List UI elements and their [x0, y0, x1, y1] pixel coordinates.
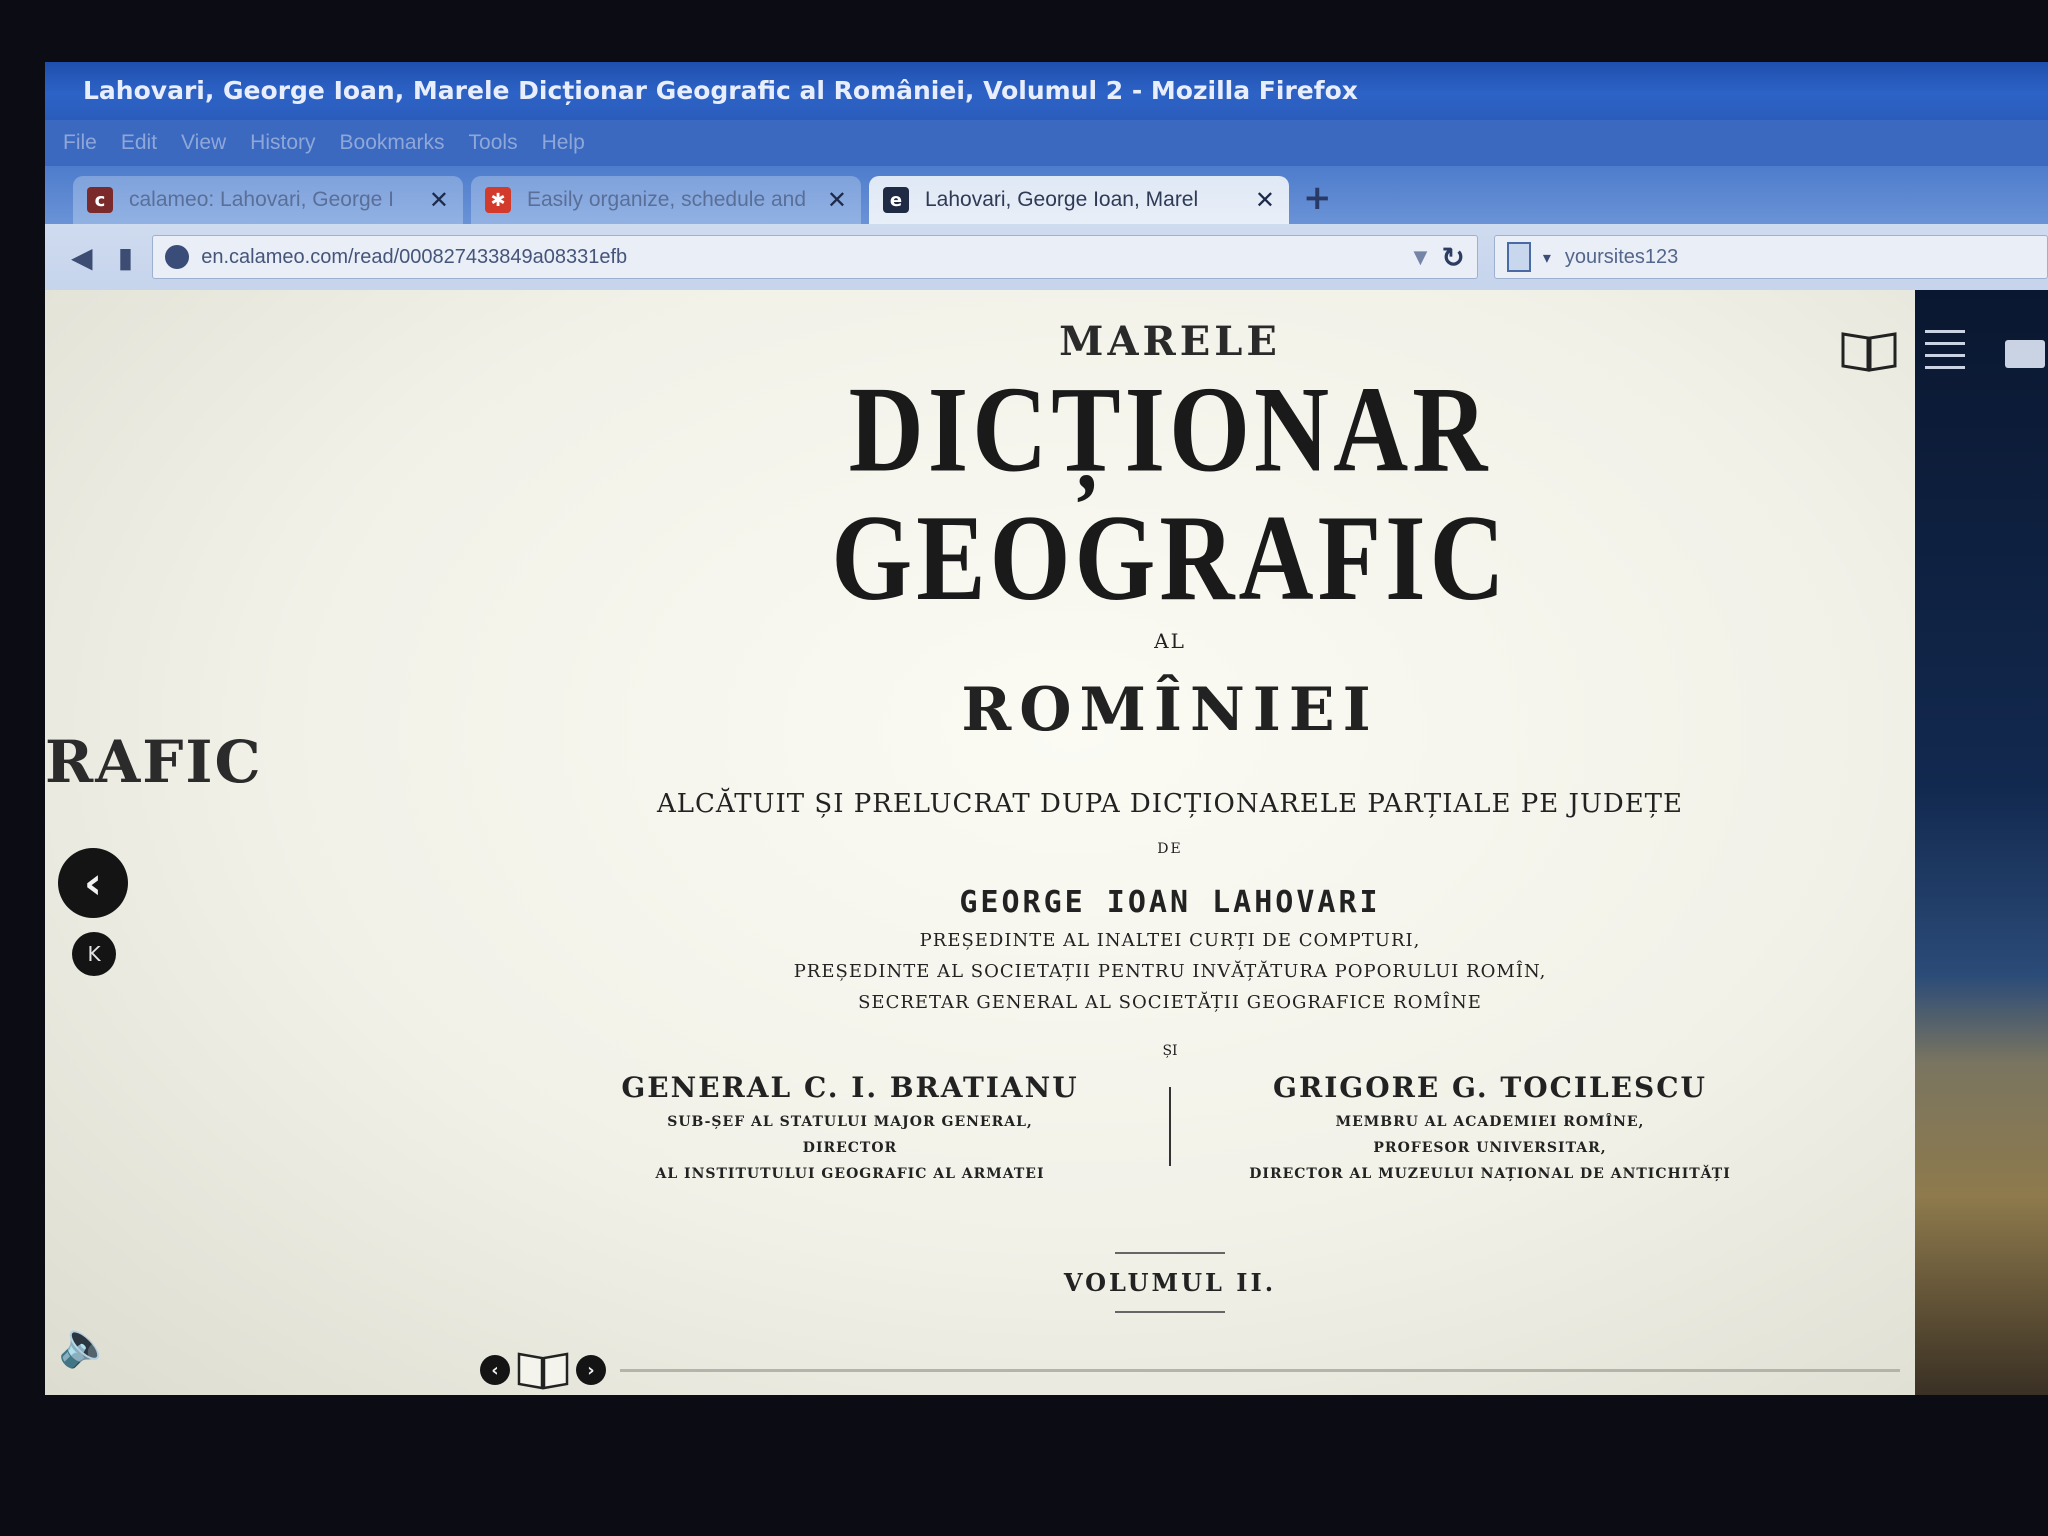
bookmarks-icon[interactable]: ▮	[109, 240, 143, 274]
author-role: PREȘEDINTE AL INALTEI CURȚI DE COMPTURI,	[919, 930, 1421, 952]
navigation-bar: ◀ ▮ en.calameo.com/read/000827433849a083…	[45, 224, 2048, 290]
volume-label: VOLUMUL II.	[1063, 1268, 1277, 1298]
menu-history[interactable]: History	[250, 131, 315, 155]
title-page: MARELE DICȚIONAR GEOGRAFIC AL ROMÎNIEI A…	[560, 300, 1780, 1314]
by-text: DE	[1157, 841, 1183, 858]
search-engine-icon[interactable]	[1506, 242, 1531, 272]
coauthor-role: DIRECTOR	[802, 1140, 898, 1157]
coauthor-role: SUB-ȘEF AL STATULUI MAJOR GENERAL,	[667, 1114, 1033, 1131]
sound-icon[interactable]: 🔈	[58, 1318, 113, 1370]
chevron-left-icon: ‹	[83, 857, 103, 909]
menu-file[interactable]: File	[63, 131, 97, 155]
menu-bookmarks[interactable]: Bookmarks	[340, 131, 445, 155]
menu-bar: File Edit View History Bookmarks Tools H…	[45, 120, 2048, 166]
tab-label: calameo: Lahovari, George I	[129, 188, 394, 211]
page-navigation-bar: ‹ ›	[480, 1340, 1900, 1400]
search-bar[interactable]: ▾ yoursites123	[1493, 235, 2048, 279]
coauthor-left: GENERAL C. I. BRATIANU SUB-ȘEF AL STATUL…	[560, 1071, 1140, 1182]
new-tab-icon[interactable]: +	[1303, 178, 1332, 218]
window-title: Lahovari, George Ioan, Marele Dicționar …	[83, 76, 1358, 105]
url-bar[interactable]: en.calameo.com/read/000827433849a08331ef…	[152, 235, 1478, 279]
coauthor-role: DIRECTOR AL MUZEULUI NAȚIONAL DE ANTICHI…	[1249, 1166, 1731, 1183]
folder-icon[interactable]	[2005, 340, 2045, 368]
close-tab-icon[interactable]: ✕	[827, 186, 847, 214]
column-divider	[1169, 1087, 1171, 1167]
coauthor-role: PROFESOR UNIVERSITAR,	[1373, 1140, 1607, 1157]
tab-label: Easily organize, schedule and	[527, 188, 807, 211]
url-text[interactable]: en.calameo.com/read/000827433849a08331ef…	[201, 246, 1413, 269]
menu-tools[interactable]: Tools	[469, 131, 518, 155]
and-text: ȘI	[1162, 1043, 1178, 1060]
menu-help[interactable]: Help	[542, 131, 585, 155]
coauthor-name: GRIGORE G. TOCILESCU	[1273, 1071, 1707, 1105]
coauthor-right: GRIGORE G. TOCILESCU MEMBRU AL ACADEMIEI…	[1200, 1071, 1780, 1182]
previous-page-button[interactable]: ‹	[58, 848, 128, 918]
calameo-favicon-icon: e	[883, 187, 909, 213]
reload-icon[interactable]: ↻	[1441, 241, 1464, 274]
window-title-bar: Lahovari, George Ioan, Marele Dicționar …	[45, 62, 2048, 120]
menu-view[interactable]: View	[181, 131, 226, 155]
page-slider-track[interactable]	[620, 1368, 1900, 1372]
author-role: PREȘEDINTE AL SOCIETAȚII PENTRU INVĂȚĂTU…	[793, 961, 1547, 983]
title-rominiei: ROMÎNIEI	[961, 675, 1379, 746]
search-input[interactable]: yoursites123	[1565, 246, 1678, 269]
close-tab-icon[interactable]: ✕	[429, 186, 449, 214]
hamburger-menu-icon[interactable]	[1925, 330, 1965, 378]
ornament-rule	[1115, 1311, 1225, 1314]
menu-edit[interactable]: Edit	[121, 131, 157, 155]
coauthors: GENERAL C. I. BRATIANU SUB-ȘEF AL STATUL…	[560, 1071, 1780, 1182]
close-tab-icon[interactable]: ✕	[1255, 186, 1275, 214]
tab-organize[interactable]: ✱ Easily organize, schedule and ✕	[471, 176, 861, 224]
calameo-favicon-icon: c	[87, 187, 113, 213]
coauthor-name: GENERAL C. I. BRATIANU	[621, 1071, 1079, 1105]
page-thumbnail-icon[interactable]	[516, 1349, 570, 1391]
site-identity-icon[interactable]	[165, 245, 190, 269]
back-icon[interactable]: ◀	[65, 240, 99, 274]
tab-lahovari[interactable]: e Lahovari, George Ioan, Marel ✕	[869, 176, 1289, 224]
coauthor-role: AL INSTITUTULUI GEOGRAFIC AL ARMATEI	[655, 1166, 1045, 1183]
previous-page-preview: RAFIC	[45, 728, 263, 796]
history-dropdown-icon[interactable]: ▼	[1414, 247, 1428, 268]
first-page-button[interactable]: K	[72, 932, 116, 976]
chevron-down-icon[interactable]: ▾	[1543, 248, 1551, 267]
subtitle: ALCĂTUIT ȘI PRELUCRAT DUPA DICȚIONARELE …	[656, 789, 1684, 820]
title-marele: MARELE	[1059, 318, 1281, 365]
tab-strip: c calameo: Lahovari, George I ✕ ✱ Easily…	[45, 166, 2048, 224]
tab-label: Lahovari, George Ioan, Marel	[925, 188, 1199, 211]
book-view-icon[interactable]	[1840, 328, 1898, 374]
title-al: AL	[1154, 629, 1186, 654]
prev-arrow-icon[interactable]: ‹	[480, 1355, 510, 1385]
desktop-wallpaper-strip	[1915, 290, 2048, 1395]
coauthor-role: MEMBRU AL ACADEMIEI ROMÎNE,	[1335, 1114, 1645, 1131]
main-title: DICȚIONAR GEOGRAFIC	[831, 361, 1509, 627]
skip-back-icon: K	[87, 942, 101, 966]
ornament-rule	[1115, 1252, 1225, 1255]
author-name: GEORGE IOAN LAHOVARI	[959, 885, 1381, 921]
tab-calameo[interactable]: c calameo: Lahovari, George I ✕	[73, 176, 463, 224]
star-favicon-icon: ✱	[485, 187, 511, 213]
next-arrow-icon[interactable]: ›	[576, 1355, 606, 1385]
author-role: SECRETAR GENERAL AL SOCIETĂȚII GEOGRAFIC…	[858, 992, 1482, 1014]
